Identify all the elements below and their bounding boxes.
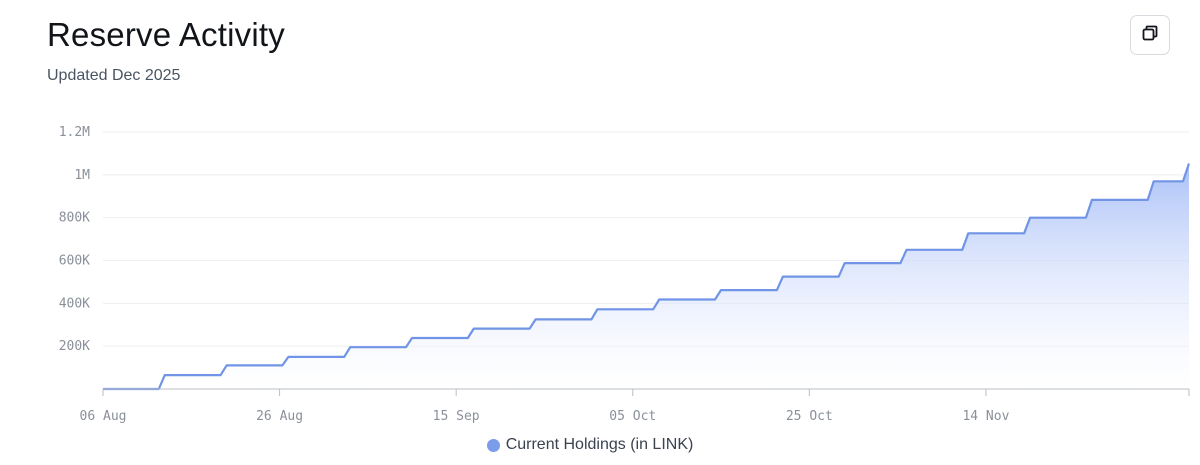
x-tick-label: 05 Oct	[609, 409, 656, 424]
x-tick-label: 15 Sep	[433, 409, 480, 424]
reserve-chart: 200K 400K 600K 800K 1M 1.2M 06 Aug 26 Aug 15 Se…	[59, 125, 1191, 424]
y-tick-label: 1M	[74, 168, 90, 183]
y-tick-label: 200K	[59, 339, 90, 354]
legend-label: Current Holdings (in LINK)	[505, 436, 694, 453]
y-tick-label: 1.2M	[59, 125, 90, 140]
x-tick-label: 25 Oct	[786, 409, 833, 424]
legend-swatch	[486, 438, 500, 452]
x-tick-label: 14 Nov	[962, 409, 1009, 424]
x-tick-label: 06 Aug	[80, 409, 127, 424]
series-area	[103, 163, 1189, 389]
x-tick-label: 26 Aug	[256, 409, 303, 424]
y-tick-label: 800K	[59, 211, 90, 226]
chart-legend: Current Holdings (in LINK)	[0, 436, 1200, 454]
y-tick-label: 600K	[59, 254, 90, 269]
y-tick-label: 400K	[59, 296, 90, 311]
